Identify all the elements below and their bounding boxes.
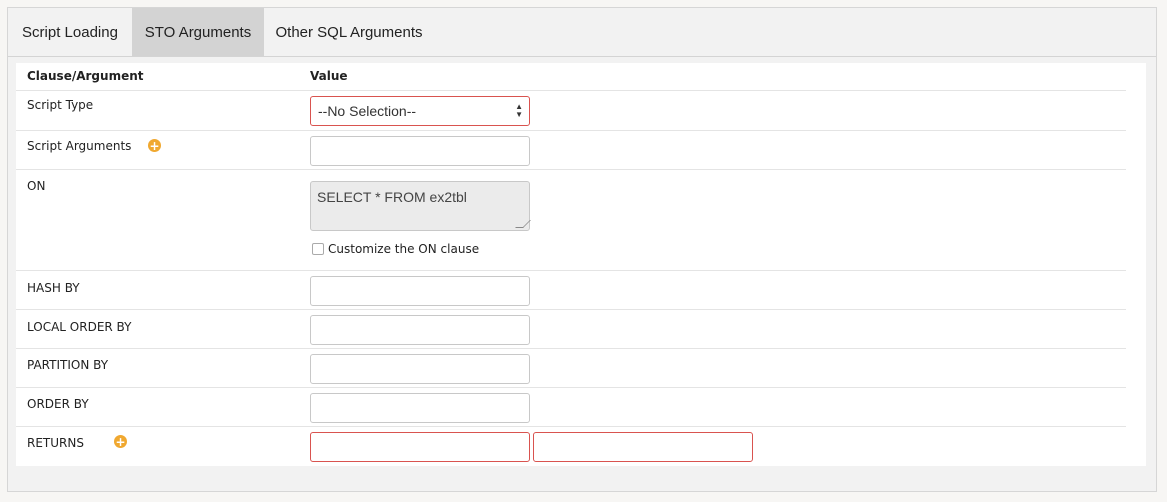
row-script-arguments: Script Arguments + — [16, 131, 1126, 170]
add-return-plus-icon[interactable]: + — [114, 435, 127, 448]
header-clause-argument: Clause/Argument — [27, 69, 144, 83]
add-script-argument-plus-icon[interactable]: + — [148, 139, 161, 152]
script-arguments-label: Script Arguments — [27, 139, 132, 153]
script-type-label: Script Type — [27, 98, 94, 112]
row-order-by: ORDER BY — [16, 388, 1126, 427]
partition-by-input[interactable] — [310, 354, 530, 384]
hash-by-input[interactable] — [310, 276, 530, 306]
script-type-select[interactable]: --No Selection-- ▲ ▼ — [310, 96, 530, 126]
customize-on-clause[interactable]: Customize the ON clause — [312, 242, 479, 256]
script-type-selected-value: --No Selection-- — [318, 103, 417, 119]
tab-bar: Script Loading STO Arguments Other SQL A… — [8, 8, 1156, 57]
on-label: ON — [27, 179, 46, 193]
row-script-type: Script Type --No Selection-- ▲ ▼ — [16, 91, 1126, 131]
customize-on-checkbox[interactable] — [312, 243, 324, 255]
row-returns: RETURNS + — [16, 427, 1126, 465]
on-clause-text: SELECT * FROM ex2tbl — [317, 189, 467, 205]
table-header: Clause/Argument Value — [16, 63, 1126, 91]
script-arguments-input[interactable] — [310, 136, 530, 166]
hash-by-label: HASH BY — [27, 281, 80, 295]
order-by-label: ORDER BY — [27, 397, 89, 411]
tab-script-loading[interactable]: Script Loading — [8, 8, 132, 56]
tab-other-sql-arguments[interactable]: Other SQL Arguments — [264, 8, 434, 56]
order-by-input[interactable] — [310, 393, 530, 423]
local-order-by-label: LOCAL ORDER BY — [27, 320, 132, 334]
row-local-order-by: LOCAL ORDER BY — [16, 310, 1126, 349]
row-partition-by: PARTITION BY — [16, 349, 1126, 388]
partition-by-label: PARTITION BY — [27, 358, 109, 372]
customize-on-label: Customize the ON clause — [328, 242, 480, 256]
returns-type-input[interactable] — [533, 432, 753, 462]
local-order-by-input[interactable] — [310, 315, 530, 345]
row-hash-by: HASH BY — [16, 271, 1126, 310]
resize-grip-icon[interactable] — [515, 220, 531, 228]
row-on: ON SELECT * FROM ex2tbl Customize the ON… — [16, 170, 1126, 271]
returns-name-input[interactable] — [310, 432, 530, 462]
tab-sto-arguments[interactable]: STO Arguments — [132, 8, 264, 56]
returns-label: RETURNS — [27, 436, 84, 450]
arguments-table: Clause/Argument Value Script Type --No S… — [16, 63, 1146, 466]
sort-arrows-icon: ▲ ▼ — [515, 102, 523, 119]
sto-arguments-panel: Script Loading STO Arguments Other SQL A… — [7, 7, 1157, 492]
on-clause-textarea[interactable]: SELECT * FROM ex2tbl — [310, 181, 531, 231]
header-value: Value — [310, 69, 348, 83]
